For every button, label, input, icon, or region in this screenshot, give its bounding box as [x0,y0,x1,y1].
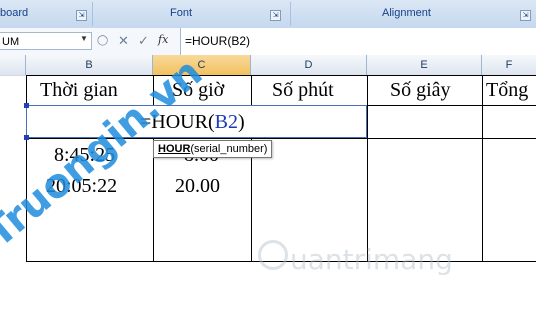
formula-text: =HOUR(B2) [185,34,251,48]
column-headers: B C D E F [0,55,536,76]
watermark-quantrimang: uantrimang [290,243,453,276]
name-box[interactable]: UM [0,32,92,50]
table-border [26,75,536,76]
function-tooltip: HOUR(serial_number) [153,140,273,158]
cell-hours-2[interactable]: 20.00 [175,175,220,198]
header-so-giay[interactable]: Số giây [390,79,451,102]
grip-icon: ◯ [97,35,109,46]
corner-header[interactable] [0,55,26,75]
column-header-b[interactable]: B [26,55,153,75]
formula-suffix: ) [237,111,245,133]
column-header-d[interactable]: D [251,55,367,75]
worksheet-grid: Thời gian Số giờ Số phút Số giây Tổng =H… [0,75,536,326]
column-header-f[interactable]: F [482,55,536,75]
cell-reference: B2 [214,111,238,133]
selection-handle[interactable] [24,135,29,140]
table-border [482,75,483,262]
header-so-phut[interactable]: Số phút [272,79,334,102]
tooltip-arguments: (serial_number) [190,143,268,155]
tooltip-function-name[interactable]: HOUR [158,143,190,155]
ribbon-separator [290,2,291,26]
alignment-launcher-icon[interactable]: ⇲ [520,10,531,21]
ribbon: board ⇲ Font ⇲ Alignment ⇲ [0,0,536,29]
ribbon-group-font: Font [170,7,193,19]
ribbon-group-clipboard: board [0,7,29,19]
ribbon-separator [92,2,93,26]
chevron-down-icon[interactable]: ▼ [80,34,88,43]
clipboard-launcher-icon[interactable]: ⇲ [76,10,87,21]
enter-check-icon[interactable]: ✓ [138,33,149,49]
table-border [367,75,368,262]
watermark-logo-icon [258,240,288,270]
font-launcher-icon[interactable]: ⇲ [270,10,281,21]
insert-function-button[interactable]: fx [158,33,168,46]
header-tong[interactable]: Tổng [486,79,528,102]
selection-handle[interactable] [24,103,29,108]
ribbon-group-alignment: Alignment [382,7,431,19]
formula-input[interactable]: =HOUR(B2) [180,28,536,55]
formula-bar: UM ▼ ◯ ✕ ✓ fx =HOUR(B2) [0,28,536,56]
header-thoi-gian[interactable]: Thời gian [40,79,118,102]
gridline [0,75,26,76]
column-header-e[interactable]: E [367,55,482,75]
cancel-icon[interactable]: ✕ [118,33,129,49]
table-border [251,75,252,105]
